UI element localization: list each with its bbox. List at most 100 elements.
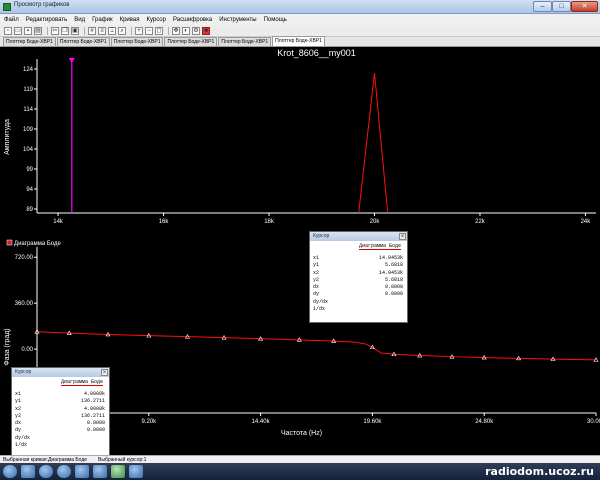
tab-5[interactable]: Плоттер Боде-XBP1 xyxy=(272,36,325,46)
cursor-row-value: 0.0000 xyxy=(86,420,105,427)
menu-trace[interactable]: Кривая xyxy=(120,17,140,23)
cursor-row-key: x2 xyxy=(313,269,320,276)
maximize-button[interactable]: □ xyxy=(552,1,571,12)
cursor-window-heading: Диаграмма Боде xyxy=(12,377,109,386)
menu-tools[interactable]: Инструменты xyxy=(219,17,256,23)
cursor-window-phase[interactable]: Курсор × Диаграмма Боде x1 4.0000k y1 136.2… xyxy=(11,367,110,458)
zoom-fit-icon[interactable]: ◻ xyxy=(155,26,163,35)
cursor-heading-text: Диаграмма Боде xyxy=(60,379,103,386)
status-selected-trace: Выбранная кривая:Диаграмма Боде xyxy=(3,457,88,463)
cursor-row-value xyxy=(55,435,105,442)
cursor-window-title: Курсор × xyxy=(12,368,109,377)
cursor-row: x2 4.0000k xyxy=(12,406,109,413)
taskbar-app-icon[interactable] xyxy=(111,465,125,478)
cursor-row-key: 1/dx xyxy=(15,442,28,449)
x-tick-label: 14.40k xyxy=(252,419,271,425)
x-tick-label: 30.00k xyxy=(587,419,600,425)
taskbar-app-icon[interactable] xyxy=(39,465,53,478)
close-button[interactable]: ✕ xyxy=(571,1,598,12)
x-tick-label: 14k xyxy=(53,219,64,225)
cursor-row-key: y1 xyxy=(313,262,320,269)
cursor-row: x2 14.0453k xyxy=(310,270,407,277)
pan-icon[interactable]: ✥ xyxy=(172,26,180,35)
menu-edit[interactable]: Редактировать xyxy=(26,17,67,23)
x-tick-label: 9.20k xyxy=(141,419,157,425)
zoom-in-icon[interactable]: + xyxy=(135,26,143,35)
menu-cursor[interactable]: Курсор xyxy=(146,17,166,23)
cursor-row-key: y1 xyxy=(15,398,22,405)
minimize-button[interactable]: – xyxy=(533,1,552,12)
cursor-row-value: 4.0000k xyxy=(83,405,105,412)
cursor-row: dx 0.0000 xyxy=(310,284,407,291)
cursor-row-key: x1 xyxy=(313,255,320,261)
cursor-row-key: dy xyxy=(313,291,320,298)
watermark: radiodom.ucoz.ru xyxy=(485,465,594,478)
y-axis-label: Амплитуда xyxy=(4,119,11,155)
cursor-window-heading: Диаграмма Боде xyxy=(310,241,407,250)
menu-view[interactable]: Вид xyxy=(74,17,85,23)
window-title: Просмотр графиков xyxy=(14,2,70,8)
cursor-row-value: 136.2711 xyxy=(80,398,105,405)
zoom-icon[interactable]: ⌕ xyxy=(118,26,126,35)
menu-help[interactable]: Помощь xyxy=(264,17,287,23)
cursor-row: dy/dx xyxy=(310,299,407,306)
cursor-row-value: 4.0000k xyxy=(83,391,105,397)
close-icon[interactable]: × xyxy=(101,369,108,376)
start-button[interactable] xyxy=(3,465,17,478)
y-tick-label: 109 xyxy=(23,127,34,133)
x-tick-label: 18k xyxy=(264,219,275,225)
menu-file[interactable]: Файл xyxy=(4,17,19,23)
cursor-row-value: 0.0000 xyxy=(86,427,105,434)
taskbar-app-icon[interactable] xyxy=(75,465,89,478)
taskbar-app-icon[interactable] xyxy=(93,465,107,478)
paste-icon[interactable]: ▣ xyxy=(71,26,79,35)
x-tick-label: 22k xyxy=(475,219,486,225)
y-tick-label: 89 xyxy=(26,207,33,213)
cursor-row-value: 0.0000 xyxy=(384,284,403,291)
save-icon[interactable]: ▪ xyxy=(24,26,32,35)
cursor-row-key: dx xyxy=(15,420,22,427)
grid-icon[interactable]: # xyxy=(88,26,96,35)
cut-icon[interactable]: ✂ xyxy=(51,26,59,35)
print-icon[interactable]: ▤ xyxy=(34,26,42,35)
cursor-icon[interactable]: ⌶ xyxy=(108,26,116,35)
x-tick-label: 16k xyxy=(159,219,170,225)
copy-icon[interactable]: ❐ xyxy=(61,26,69,35)
tab-4[interactable]: Плоттер Боде-XBP1 xyxy=(218,37,272,46)
y-tick-label: 720.00 xyxy=(15,255,34,261)
tab-3[interactable]: Плоттер Боде-XBP1 xyxy=(164,37,218,46)
new-icon[interactable]: ▫ xyxy=(4,26,12,35)
cursor-row-key: dx xyxy=(313,284,320,291)
tab-1[interactable]: Плоттер Боде-XBP1 xyxy=(56,37,110,46)
cursor-window-amplitude[interactable]: Курсор × Диаграмма Боде x1 14.0453k y1 5.68… xyxy=(309,231,408,323)
y-tick-label: 360.00 xyxy=(15,301,34,307)
zoom-out-icon[interactable]: − xyxy=(145,26,153,35)
stop-icon[interactable]: ■ xyxy=(202,26,210,35)
cursor-window-title-text: Курсор xyxy=(15,369,32,375)
taskbar-app-icon[interactable] xyxy=(57,465,71,478)
y-tick-label: 124 xyxy=(23,67,34,73)
title-bar: Просмотр графиков – □ ✕ xyxy=(0,0,600,14)
menu-graph[interactable]: График xyxy=(92,17,113,23)
open-icon[interactable]: ▭ xyxy=(14,26,22,35)
legend-icon[interactable]: ≡ xyxy=(98,26,106,35)
menu-legend[interactable]: Расшифровка xyxy=(173,17,212,23)
cursor-readout: x1 14.0453k y1 5.6818 x2 14.0453k y2 5.6818 dx 0.… xyxy=(310,255,407,313)
close-icon[interactable]: × xyxy=(399,233,406,240)
cursor-row: 1/dx xyxy=(12,442,109,449)
y-tick-label: 104 xyxy=(23,147,34,153)
status-selected-cursor: Выбранный курсор:1 xyxy=(98,457,147,463)
taskbar-app-icon[interactable] xyxy=(21,465,35,478)
tab-0[interactable]: Плоттер Боде-XBP1 xyxy=(3,37,56,46)
taskbar-app-icon[interactable] xyxy=(129,465,143,478)
properties-icon[interactable]: ⚙ xyxy=(192,26,200,35)
cursor-row-key: x2 xyxy=(15,405,22,412)
cursor-row-value xyxy=(353,306,403,313)
app-icon xyxy=(3,3,11,11)
toolbar-separator xyxy=(168,26,169,35)
reverse-colors-icon[interactable]: ◐ xyxy=(182,26,190,35)
cursor-row-key: dy xyxy=(15,427,22,434)
cursor-row-value xyxy=(353,299,403,306)
cursor-row-value xyxy=(55,442,105,449)
tab-2[interactable]: Плоттер Боде-XBP1 xyxy=(110,37,164,46)
